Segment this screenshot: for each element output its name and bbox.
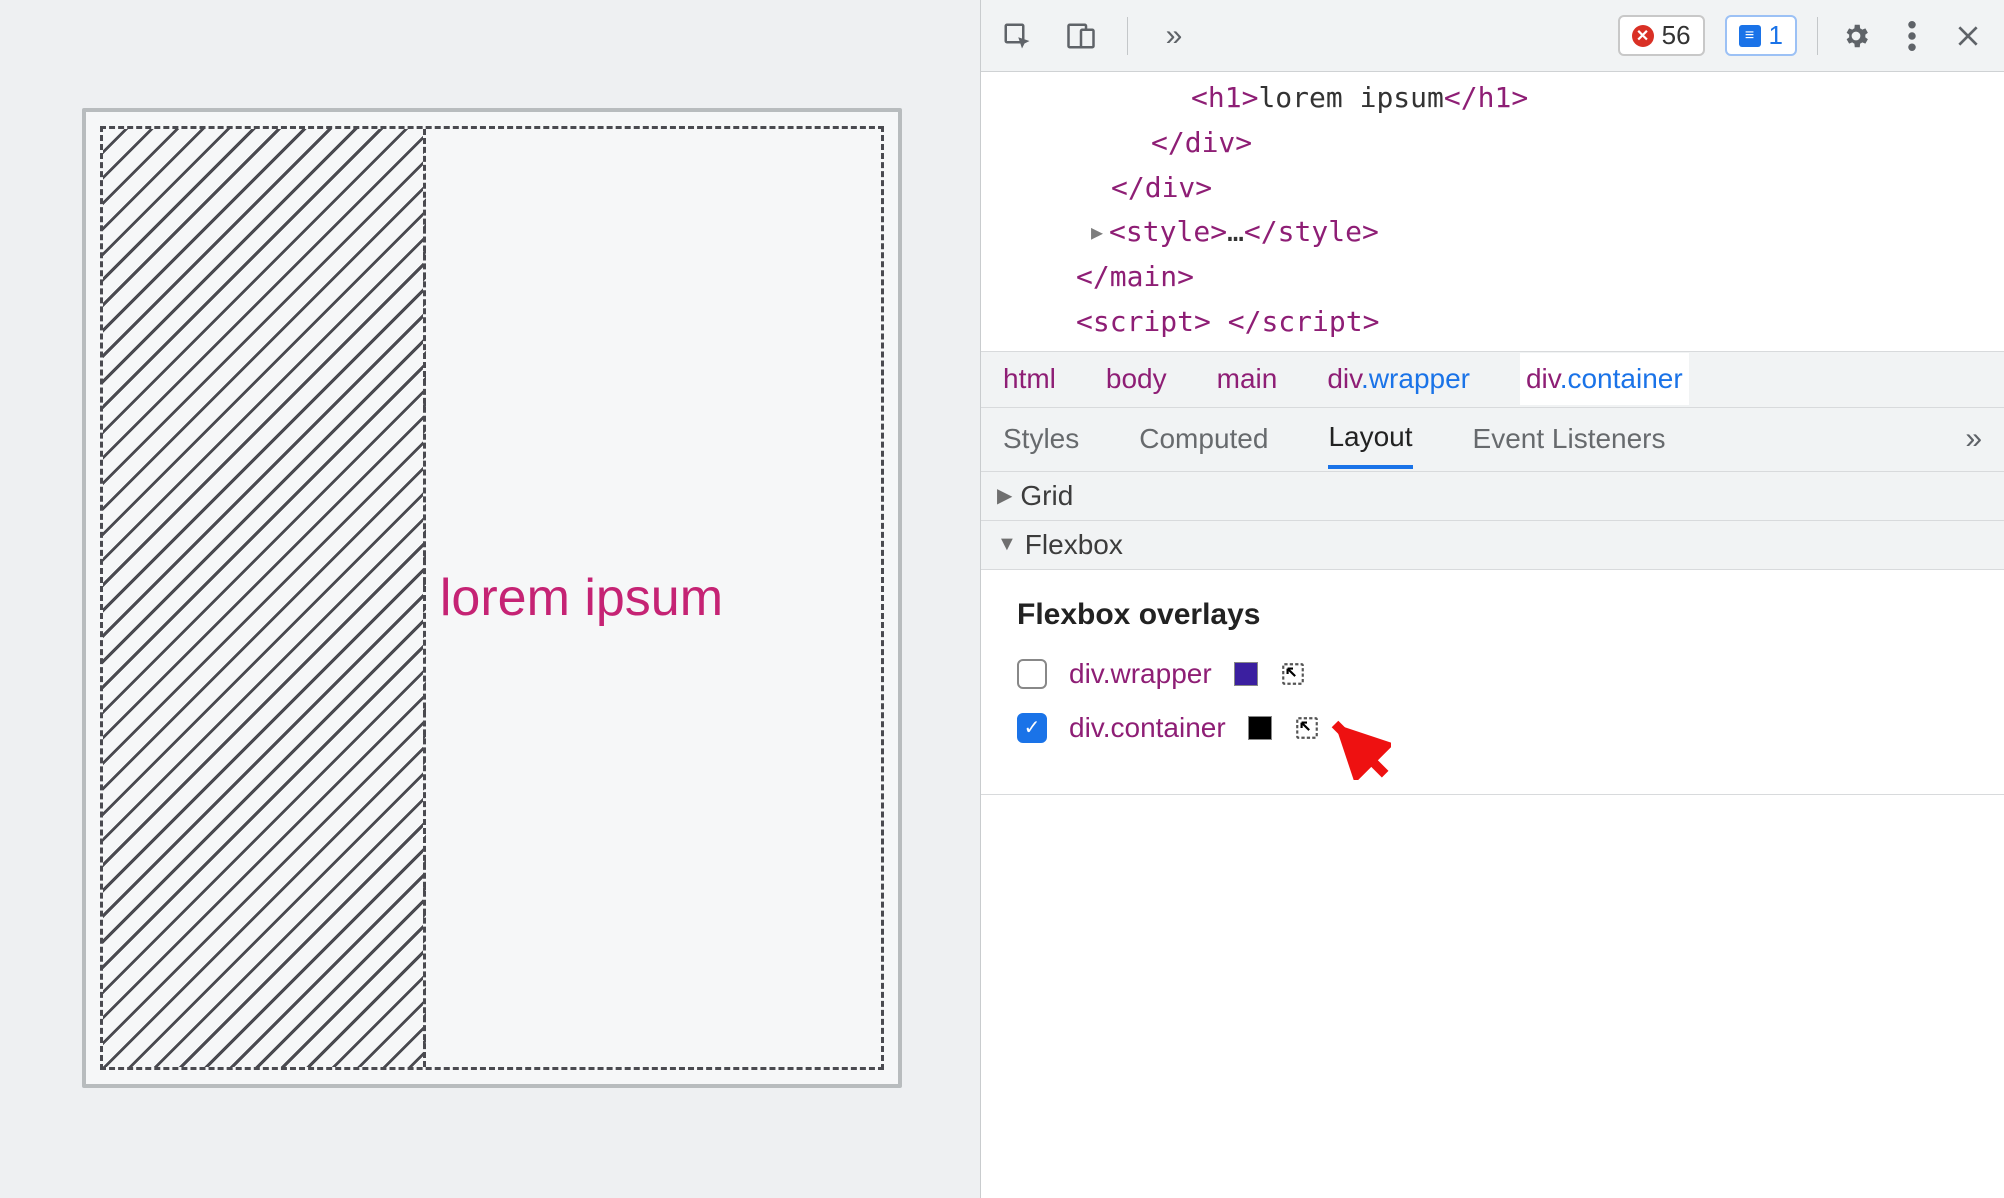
- src-line: </main>: [981, 255, 2004, 300]
- preview-heading: lorem ipsum: [440, 568, 723, 628]
- breadcrumb: html body main div.wrapper div.container: [981, 352, 2004, 408]
- collapse-caret-icon: ▼: [997, 533, 1017, 556]
- preview-box: lorem ipsum: [82, 108, 902, 1088]
- devtools-toolbar: » ✕ 56 ≡ 1: [981, 0, 2004, 72]
- flex-item: lorem ipsum: [426, 129, 881, 1067]
- elements-source[interactable]: <h1>lorem ipsum</h1> </div> </div> ▶<sty…: [981, 72, 2004, 352]
- breadcrumb-item[interactable]: div.wrapper: [1327, 363, 1470, 395]
- overlay-selector[interactable]: div.container: [1069, 712, 1226, 744]
- src-line: ▶<style>…</style>: [981, 210, 2004, 255]
- section-grid-header[interactable]: ▶ Grid: [981, 472, 2004, 521]
- error-icon: ✕: [1632, 25, 1654, 47]
- message-count: 1: [1769, 20, 1783, 51]
- tab-computed[interactable]: Computed: [1139, 411, 1268, 467]
- overlay-checkbox[interactable]: [1017, 659, 1047, 689]
- tab-event-listeners[interactable]: Event Listeners: [1473, 411, 1666, 467]
- error-count-badge[interactable]: ✕ 56: [1618, 15, 1705, 56]
- color-swatch[interactable]: [1234, 662, 1258, 686]
- tab-layout[interactable]: Layout: [1328, 409, 1412, 469]
- breadcrumb-item[interactable]: body: [1106, 363, 1167, 395]
- flexbox-overlay-row: ✓ div.container: [1017, 712, 1968, 744]
- more-tabs-icon[interactable]: »: [1965, 422, 1982, 456]
- reveal-element-icon[interactable]: [1280, 661, 1306, 687]
- inspect-element-icon[interactable]: [999, 18, 1035, 54]
- message-icon: ≡: [1739, 25, 1761, 47]
- kebab-menu-icon[interactable]: [1894, 18, 1930, 54]
- flex-overlay-outline: lorem ipsum: [100, 126, 884, 1070]
- color-swatch[interactable]: [1248, 716, 1272, 740]
- flex-empty-space-hatch: [103, 129, 426, 1067]
- breadcrumb-item-selected[interactable]: div.container: [1520, 353, 1689, 405]
- error-count: 56: [1662, 20, 1691, 51]
- device-toolbar-icon[interactable]: [1063, 18, 1099, 54]
- src-line: </div>: [981, 121, 2004, 166]
- src-line: </div>: [981, 166, 2004, 211]
- expand-caret-icon[interactable]: ▶: [1091, 216, 1103, 248]
- sidebar-tabs: Styles Computed Layout Event Listeners »: [981, 408, 2004, 472]
- section-flexbox-label: Flexbox: [1025, 529, 1123, 561]
- flexbox-overlay-row: div.wrapper: [1017, 658, 1968, 690]
- section-grid-label: Grid: [1020, 480, 1073, 512]
- section-flexbox-header[interactable]: ▼ Flexbox: [981, 521, 2004, 570]
- message-count-badge[interactable]: ≡ 1: [1725, 15, 1797, 56]
- tab-styles[interactable]: Styles: [1003, 411, 1079, 467]
- expand-caret-icon: ▶: [997, 483, 1012, 508]
- overlay-checkbox[interactable]: ✓: [1017, 713, 1047, 743]
- overlay-selector[interactable]: div.wrapper: [1069, 658, 1212, 690]
- flexbox-overlays-title: Flexbox overlays: [1017, 598, 1968, 632]
- page-preview: lorem ipsum: [0, 0, 980, 1198]
- devtools-panel: » ✕ 56 ≡ 1: [980, 0, 2004, 1198]
- breadcrumb-item[interactable]: main: [1217, 363, 1278, 395]
- src-line: <h1>lorem ipsum</h1>: [981, 76, 2004, 121]
- settings-icon[interactable]: [1838, 18, 1874, 54]
- more-tabs-icon[interactable]: »: [1156, 18, 1192, 54]
- reveal-element-icon[interactable]: [1294, 715, 1320, 741]
- close-icon[interactable]: [1950, 18, 1986, 54]
- src-line: <script> </script>: [981, 300, 2004, 345]
- flexbox-panel: Flexbox overlays div.wrapper ✓ div.conta…: [981, 570, 2004, 795]
- breadcrumb-item[interactable]: html: [1003, 363, 1056, 395]
